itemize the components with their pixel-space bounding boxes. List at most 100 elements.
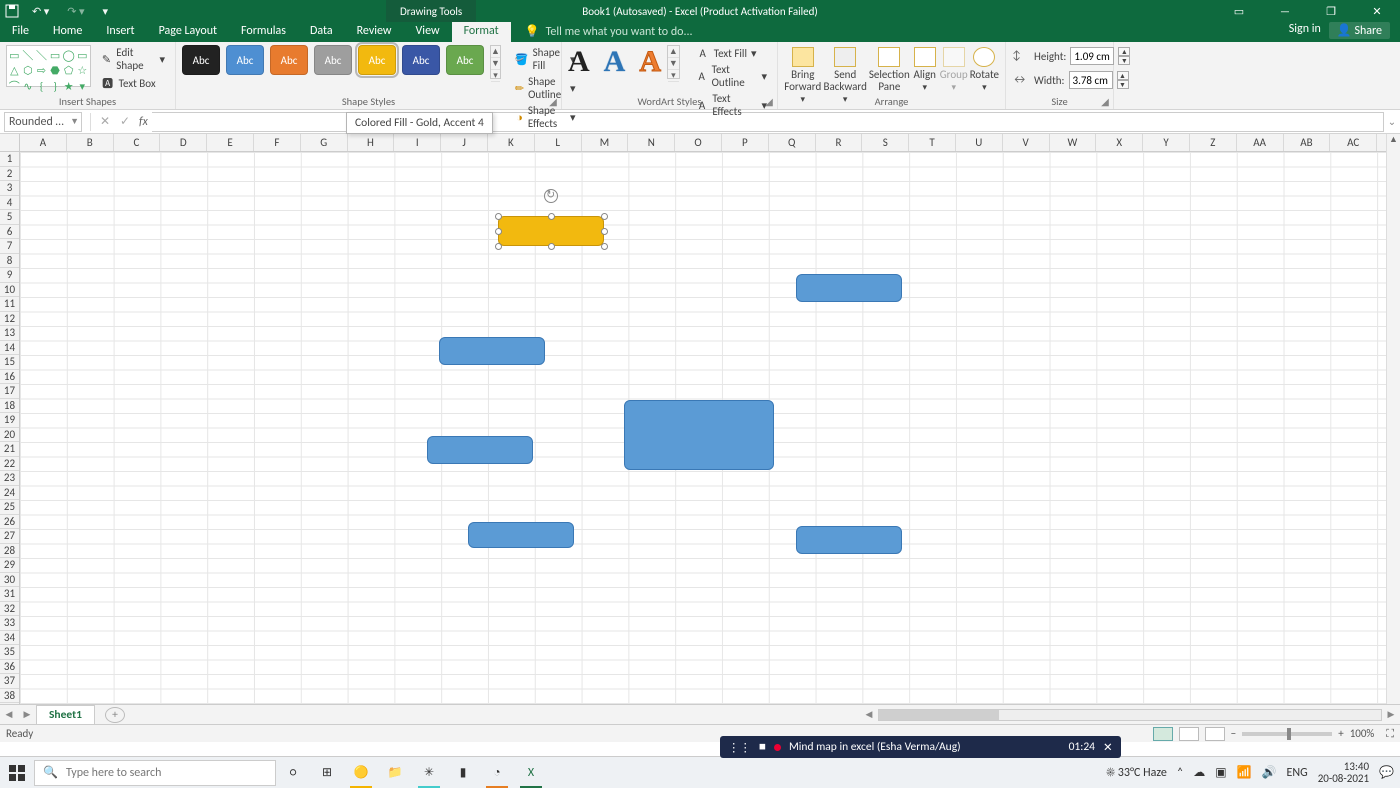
column-header[interactable]: E xyxy=(207,134,254,151)
weather-widget[interactable]: ☀ 33°C Haze xyxy=(1106,766,1167,780)
start-button[interactable] xyxy=(0,757,34,788)
column-header[interactable]: W xyxy=(1050,134,1097,151)
wifi-icon[interactable]: 📶 xyxy=(1237,765,1252,780)
resize-handle[interactable] xyxy=(601,228,608,235)
recording-indicator[interactable]: ⋮⋮ ■ Mind map in excel (Esha Verma/Aug) … xyxy=(720,736,1121,758)
stop-icon[interactable]: ■ xyxy=(759,740,766,754)
column-headers[interactable]: ABCDEFGHIJKLMNOPQRSTUVWXYZAAABAC xyxy=(20,134,1386,152)
column-header[interactable]: J xyxy=(441,134,488,151)
undo-button[interactable]: ↶ ▾ xyxy=(26,0,55,22)
zoom-in-button[interactable]: + xyxy=(1338,727,1343,740)
row-header[interactable]: 7 xyxy=(0,239,19,254)
row-header[interactable]: 19 xyxy=(0,413,19,428)
expand-formula-bar[interactable]: ⌄ xyxy=(1384,115,1400,128)
shape-style-swatch[interactable]: Abc xyxy=(226,45,264,75)
qat-customize[interactable]: ▾ xyxy=(96,0,114,22)
shape-style-swatch[interactable]: Abc xyxy=(182,45,220,75)
resize-handle[interactable] xyxy=(601,213,608,220)
column-header[interactable]: A xyxy=(20,134,67,151)
row-header[interactable]: 18 xyxy=(0,399,19,414)
column-header[interactable]: U xyxy=(956,134,1003,151)
view-page-break-button[interactable] xyxy=(1205,727,1225,741)
shape-style-swatch[interactable]: Abc xyxy=(446,45,484,75)
selection-pane-button[interactable]: Selection Pane xyxy=(869,45,910,93)
row-header[interactable]: 35 xyxy=(0,645,19,660)
rounded-rectangle-shape[interactable] xyxy=(624,400,774,470)
cortana-icon[interactable]: ○ xyxy=(276,757,310,788)
shape-style-swatch[interactable]: Abc xyxy=(270,45,308,75)
zoom-level[interactable]: 100% xyxy=(1350,727,1375,740)
column-header[interactable]: AC xyxy=(1330,134,1377,151)
tab-view[interactable]: View xyxy=(404,21,452,42)
zoom-slider[interactable] xyxy=(1242,732,1332,736)
resize-handle[interactable] xyxy=(548,213,555,220)
excel-app[interactable]: X xyxy=(514,757,548,788)
rounded-rectangle-shape[interactable] xyxy=(439,337,545,365)
row-header[interactable]: 21 xyxy=(0,442,19,457)
rotate-handle[interactable] xyxy=(544,189,558,203)
width-spinner[interactable]: ▲▼ xyxy=(1117,71,1129,89)
row-header[interactable]: 5 xyxy=(0,210,19,225)
dialog-launcher[interactable]: ◢ xyxy=(547,95,559,107)
row-header[interactable]: 17 xyxy=(0,384,19,399)
row-header[interactable]: 27 xyxy=(0,529,19,544)
text-outline-button[interactable]: AText Outline ▾ xyxy=(692,62,771,90)
redo-button[interactable]: ↷ ▾ xyxy=(61,0,90,22)
battery-icon[interactable]: ▣ xyxy=(1215,765,1226,780)
tab-formulas[interactable]: Formulas xyxy=(229,21,298,42)
row-header[interactable]: 31 xyxy=(0,587,19,602)
view-page-layout-button[interactable] xyxy=(1179,727,1199,741)
align-button[interactable]: Align▾ xyxy=(912,45,938,93)
row-header[interactable]: 33 xyxy=(0,616,19,631)
resize-handle[interactable] xyxy=(495,243,502,250)
height-spinner[interactable]: ▲▼ xyxy=(1118,47,1130,65)
name-box[interactable]: Rounded …▼ xyxy=(4,112,82,132)
column-header[interactable]: D xyxy=(160,134,207,151)
column-header[interactable]: I xyxy=(394,134,441,151)
row-headers[interactable]: 1234567891011121314151617181920212223242… xyxy=(0,152,20,704)
row-header[interactable]: 30 xyxy=(0,573,19,588)
column-header[interactable]: X xyxy=(1096,134,1143,151)
row-header[interactable]: 12 xyxy=(0,312,19,327)
column-header[interactable]: G xyxy=(301,134,348,151)
add-sheet-button[interactable]: + xyxy=(105,707,125,723)
fx-icon[interactable]: fx xyxy=(135,115,152,129)
fullscreen-icon[interactable]: ⛶ xyxy=(1386,727,1394,741)
shape-style-swatch[interactable]: Abc xyxy=(358,45,396,75)
tab-data[interactable]: Data xyxy=(298,21,345,42)
sheet-nav-next[interactable]: ► xyxy=(18,708,36,722)
tray-chevron-icon[interactable]: ˄ xyxy=(1177,766,1183,780)
shapes-gallery[interactable]: ▭＼＼▭◯▭ △⬡⇨⬣⬠☆ ⌒∿{}★▾ xyxy=(6,45,91,87)
row-header[interactable]: 8 xyxy=(0,254,19,269)
chrome-app[interactable]: 🟡 xyxy=(344,757,378,788)
row-header[interactable]: 4 xyxy=(0,196,19,211)
column-header[interactable]: Z xyxy=(1190,134,1237,151)
dialog-launcher[interactable]: ◢ xyxy=(763,95,775,107)
column-header[interactable]: P xyxy=(722,134,769,151)
rounded-rectangle-shape[interactable] xyxy=(468,522,574,548)
column-header[interactable]: C xyxy=(114,134,161,151)
text-fill-button[interactable]: AText Fill ▾ xyxy=(692,45,771,61)
column-header[interactable]: S xyxy=(862,134,909,151)
column-header[interactable]: AA xyxy=(1237,134,1284,151)
row-header[interactable]: 23 xyxy=(0,471,19,486)
resize-handle[interactable] xyxy=(548,243,555,250)
row-header[interactable]: 14 xyxy=(0,341,19,356)
dialog-launcher[interactable]: ◢ xyxy=(1099,95,1111,107)
tab-file[interactable]: File xyxy=(0,21,41,42)
row-header[interactable]: 29 xyxy=(0,558,19,573)
row-header[interactable]: 10 xyxy=(0,283,19,298)
column-header[interactable]: H xyxy=(348,134,395,151)
rounded-rectangle-shape[interactable] xyxy=(427,436,533,464)
text-box-button[interactable]: 🅰Text Box xyxy=(97,75,169,91)
horizontal-scrollbar[interactable]: ◄► xyxy=(860,708,1400,722)
volume-icon[interactable]: 🔊 xyxy=(1262,765,1277,780)
width-input[interactable] xyxy=(1069,71,1113,89)
row-header[interactable]: 39 xyxy=(0,703,19,704)
row-header[interactable]: 1 xyxy=(0,152,19,167)
taskbar-search[interactable]: 🔍Type here to search xyxy=(34,760,276,786)
row-header[interactable]: 32 xyxy=(0,602,19,617)
row-header[interactable]: 38 xyxy=(0,689,19,704)
column-header[interactable]: O xyxy=(675,134,722,151)
select-all-corner[interactable] xyxy=(0,134,20,152)
